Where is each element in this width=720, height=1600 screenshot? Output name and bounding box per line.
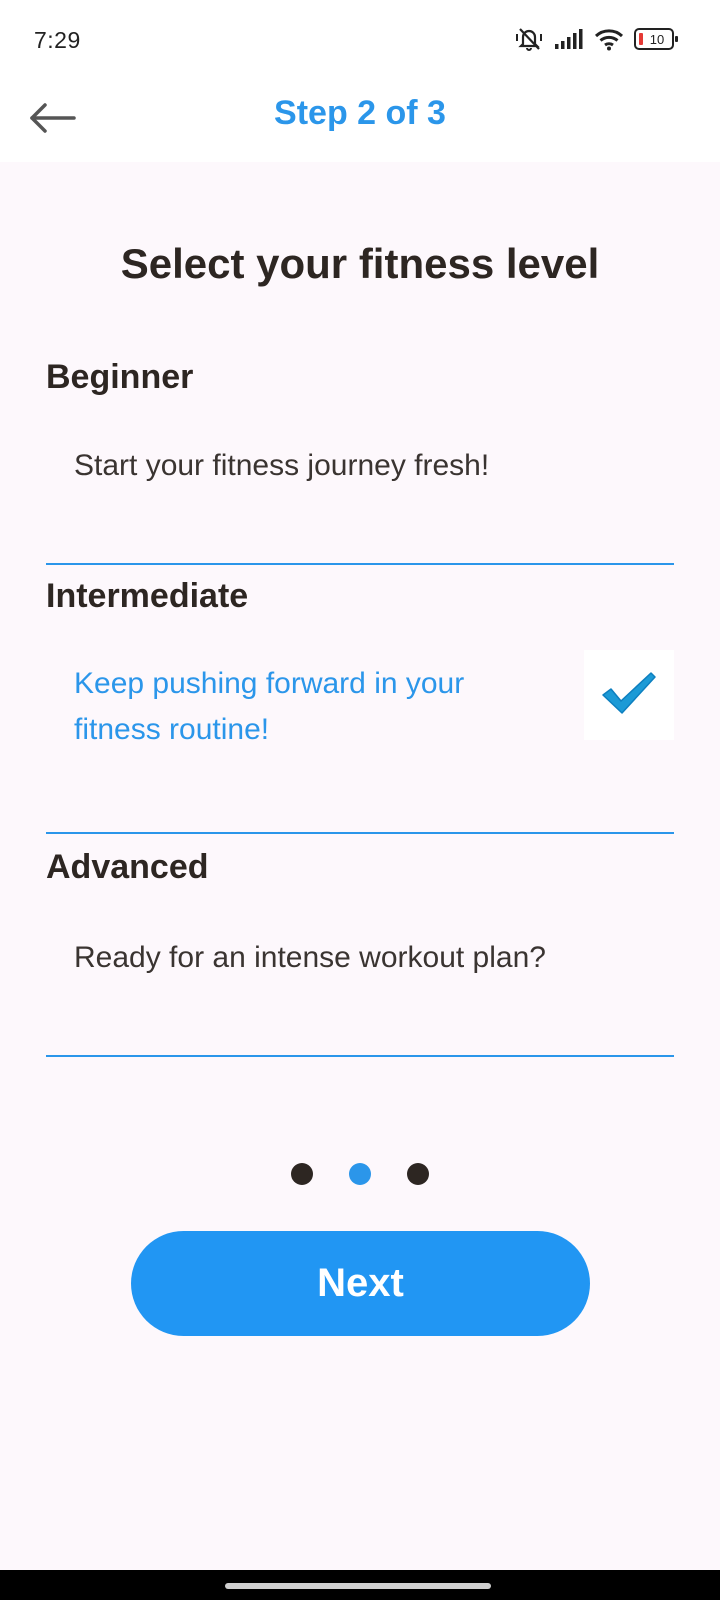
page-dot (291, 1163, 313, 1185)
level-description: Ready for an intense workout plan? (74, 941, 546, 974)
level-option-beginner: Beginner Start your fitness journey fres… (46, 358, 674, 565)
screen: 7:29 10 Step 2 of 3 Select your fitness … (0, 0, 720, 1600)
battery-icon: 10 (634, 28, 678, 50)
level-option-advanced: Advanced Ready for an intense workout pl… (46, 848, 674, 1057)
next-button[interactable]: Next (131, 1231, 590, 1336)
level-card-intermediate[interactable]: Keep pushing forward in your fitness rou… (46, 616, 674, 834)
home-indicator[interactable] (225, 1583, 491, 1589)
level-option-intermediate: Intermediate Keep pushing forward in you… (46, 577, 674, 834)
level-description: Start your fitness journey fresh! (74, 449, 490, 482)
battery-level: 10 (649, 31, 665, 47)
level-name: Intermediate (46, 577, 249, 615)
selected-indicator (584, 650, 674, 740)
level-name: Beginner (46, 358, 194, 396)
status-bar: 7:29 10 (0, 0, 720, 80)
navigation-bar (0, 1570, 720, 1600)
level-card-beginner[interactable]: Start your fitness journey fresh! (46, 397, 674, 565)
level-name: Advanced (46, 848, 209, 886)
level-description: Keep pushing forward in your fitness rou… (74, 667, 465, 746)
step-title: Step 2 of 3 (274, 94, 446, 132)
level-card-advanced[interactable]: Ready for an intense workout plan? (46, 887, 674, 1057)
page-indicator (0, 1163, 720, 1185)
mute-icon (514, 26, 544, 52)
checkmark-icon (599, 669, 659, 722)
page-dot-active (349, 1163, 371, 1185)
app-bar: Step 2 of 3 (0, 80, 720, 162)
status-icons: 10 (514, 26, 678, 52)
page-title: Select your fitness level (120, 240, 600, 287)
wifi-icon (594, 27, 624, 51)
signal-icon (554, 28, 584, 50)
page-dot (407, 1163, 429, 1185)
status-time: 7:29 (34, 27, 81, 53)
